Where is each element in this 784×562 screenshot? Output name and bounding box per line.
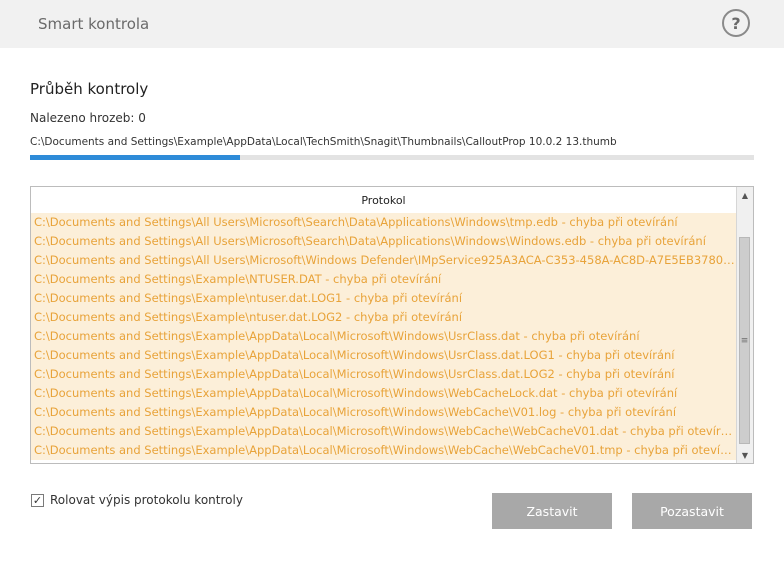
log-row[interactable]: C:\Documents and Settings\Example\AppDat… bbox=[31, 422, 736, 441]
scroll-log-checkbox[interactable]: ✓ bbox=[31, 493, 44, 507]
log-row[interactable]: C:\Documents and Settings\Example\AppDat… bbox=[31, 441, 736, 460]
pause-button[interactable]: Pozastavit bbox=[632, 493, 752, 529]
threats-found-label: Nalezeno hrozeb: 0 bbox=[30, 111, 146, 125]
log-row[interactable]: C:\Documents and Settings\Example\ntuser… bbox=[31, 308, 736, 327]
log-column-header[interactable]: Protokol bbox=[31, 187, 736, 214]
window-title: Smart kontrola bbox=[38, 15, 150, 33]
log-row[interactable]: C:\Documents and Settings\Example\AppDat… bbox=[31, 403, 736, 422]
help-icon: ? bbox=[731, 13, 741, 33]
log-row[interactable]: C:\Documents and Settings\All Users\Micr… bbox=[31, 232, 736, 251]
scan-log-panel: Protokol C:\Documents and Settings\All U… bbox=[30, 186, 754, 464]
log-row[interactable]: C:\Documents and Settings\All Users\Micr… bbox=[31, 251, 736, 270]
log-row[interactable]: C:\Documents and Settings\Example\AppDat… bbox=[31, 346, 736, 365]
scroll-down-icon[interactable]: ▼ bbox=[737, 447, 753, 463]
title-bar: Smart kontrola ? bbox=[0, 0, 784, 48]
scroll-log-option[interactable]: ✓ Rolovat výpis protokolu kontroly bbox=[31, 493, 243, 507]
log-row[interactable]: C:\Documents and Settings\Example\ntuser… bbox=[31, 289, 736, 308]
scroll-grip-icon: ≡ bbox=[740, 335, 749, 346]
log-row[interactable]: C:\Documents and Settings\Example\AppDat… bbox=[31, 384, 736, 403]
log-row[interactable]: C:\Documents and Settings\All Users\Micr… bbox=[31, 213, 736, 232]
log-row[interactable]: C:\Documents and Settings\Example\AppDat… bbox=[31, 365, 736, 384]
scroll-up-icon[interactable]: ▲ bbox=[737, 187, 753, 203]
scan-progress-bar bbox=[30, 155, 754, 160]
scroll-thumb[interactable]: ≡ bbox=[739, 237, 750, 444]
log-list: C:\Documents and Settings\All Users\Micr… bbox=[31, 213, 736, 463]
log-row[interactable]: C:\Documents and Settings\Example\NTUSER… bbox=[31, 270, 736, 289]
scroll-log-checkbox-label: Rolovat výpis protokolu kontroly bbox=[50, 493, 243, 507]
log-scrollbar[interactable]: ▲ ≡ ▼ bbox=[736, 187, 753, 463]
scan-progress-fill bbox=[30, 155, 240, 160]
current-file-path: C:\Documents and Settings\Example\AppDat… bbox=[30, 136, 617, 148]
log-row[interactable]: C:\Documents and Settings\Example\AppDat… bbox=[31, 327, 736, 346]
help-button[interactable]: ? bbox=[722, 9, 750, 37]
stop-button[interactable]: Zastavit bbox=[492, 493, 612, 529]
page-title: Průběh kontroly bbox=[30, 80, 149, 98]
checkmark-icon: ✓ bbox=[32, 493, 43, 507]
